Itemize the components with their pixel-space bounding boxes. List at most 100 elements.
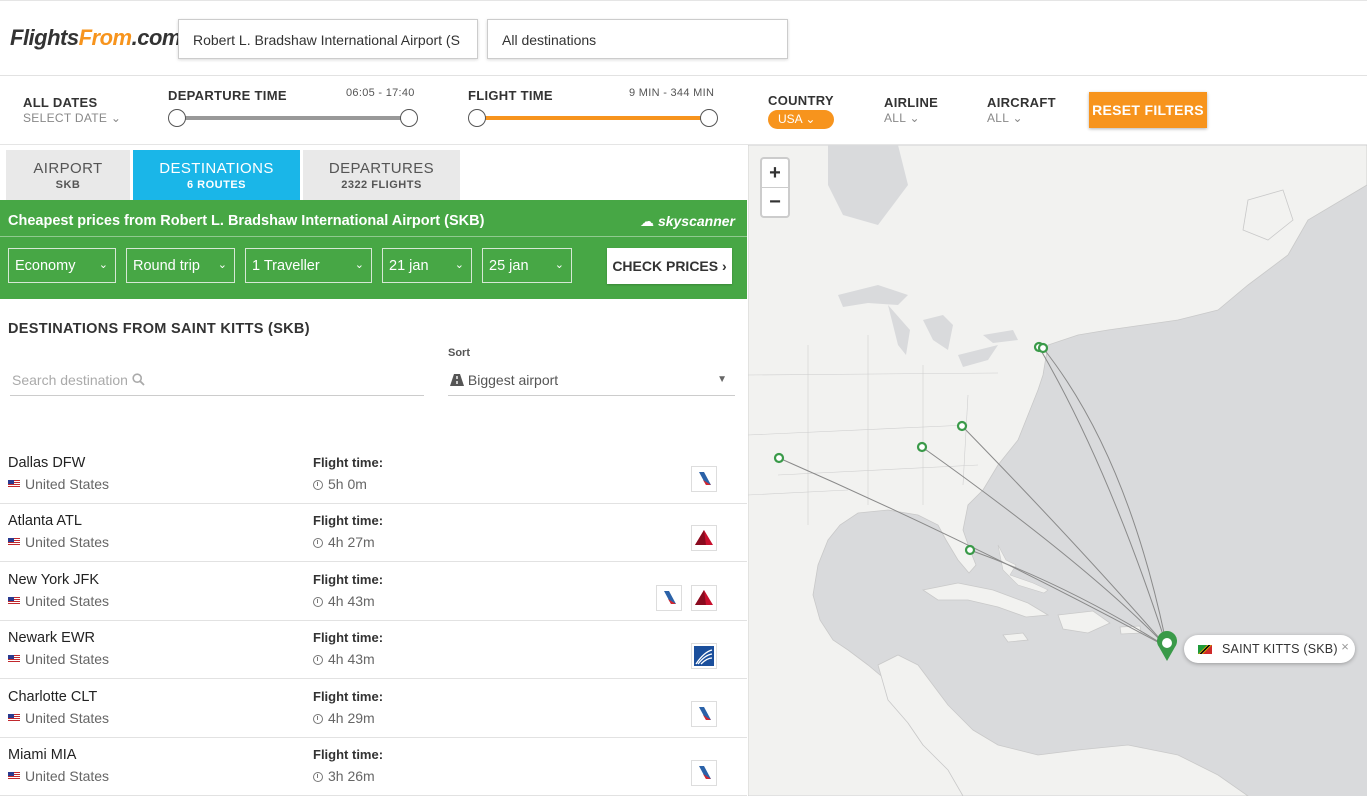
check-prices-label: CHECK PRICES	[612, 258, 719, 274]
clock-icon	[313, 597, 323, 607]
divider	[0, 236, 747, 237]
check-prices-button[interactable]: CHECK PRICES ›	[607, 248, 732, 284]
chevron-down-icon: ⌄	[354, 259, 364, 271]
aircraft-value: ALL	[987, 111, 1009, 125]
land-north-america	[748, 145, 1367, 796]
destinations-heading: DESTINATIONS FROM SAINT KITTS (SKB)	[8, 321, 310, 337]
departure-time-max-handle[interactable]	[400, 109, 418, 127]
logo-part-3: .com	[131, 25, 182, 50]
destination-country-label: United States	[25, 768, 110, 784]
united-icon[interactable]	[691, 643, 717, 669]
destination-country-label: United States	[25, 651, 110, 667]
tab-destinations[interactable]: DESTINATIONS 6 ROUTES	[133, 150, 300, 200]
flight-time-label: Flight time:	[313, 513, 384, 528]
depart-date-select[interactable]: 21 jan ⌄	[382, 248, 472, 283]
destination-country-label: United States	[25, 593, 110, 609]
destination-country: United States	[8, 534, 109, 550]
destination-city: Newark EWR	[8, 630, 96, 646]
american-airlines-icon[interactable]	[691, 466, 717, 492]
american-airlines-icon[interactable]	[691, 760, 717, 786]
all-dates-label[interactable]: ALL DATES	[23, 95, 97, 110]
list-item[interactable]: Atlanta ATL United States Flight time: 4…	[0, 504, 747, 562]
clock-icon	[313, 714, 323, 724]
tab-label: DESTINATIONS	[159, 160, 274, 177]
return-date-select[interactable]: 25 jan ⌄	[482, 248, 572, 283]
country-value: USA	[778, 112, 803, 126]
destination-country-label: United States	[25, 476, 110, 492]
cabin-class-value: Economy	[15, 258, 76, 274]
flight-time-value: 4h 29m	[313, 710, 375, 726]
flight-time-label: Flight time:	[313, 572, 384, 587]
close-icon[interactable]: ×	[1341, 639, 1349, 654]
flight-time-label: Flight time:	[313, 455, 384, 470]
destination-search-input[interactable]: All destinations	[487, 19, 788, 59]
tab-airport[interactable]: AIRPORT SKB	[6, 150, 130, 200]
flight-time-slider-track[interactable]	[477, 116, 709, 120]
price-search-panel: Cheapest prices from Robert L. Bradshaw …	[0, 200, 747, 299]
search-destination-placeholder: Search destination	[12, 372, 128, 388]
caret-down-icon: ▼	[717, 374, 727, 385]
flight-time-value: 5h 0m	[313, 476, 367, 492]
hispaniola	[1057, 610, 1111, 634]
tab-label: AIRPORT	[33, 160, 103, 177]
flight-time-text: 4h 29m	[328, 710, 375, 726]
list-item[interactable]: Miami MIA United States Flight time: 3h …	[0, 738, 747, 796]
origin-search-input[interactable]: Robert L. Bradshaw International Airport…	[178, 19, 478, 59]
american-airlines-icon[interactable]	[656, 585, 682, 611]
list-item[interactable]: Charlotte CLT United States Flight time:…	[0, 680, 747, 738]
zoom-out-button[interactable]: −	[762, 188, 788, 217]
logo-part-2: From	[78, 25, 133, 50]
chevron-down-icon: ⌄	[454, 259, 464, 271]
route-map[interactable]: + − SAINT KITTS (SKB) ×	[748, 145, 1367, 796]
country-dropdown[interactable]: USA ⌄	[768, 110, 834, 129]
us-flag-icon	[8, 480, 20, 488]
chevron-down-icon: ⌄	[110, 111, 122, 125]
us-flag-icon	[8, 772, 20, 780]
zoom-in-button[interactable]: +	[762, 159, 788, 188]
chevron-down-icon: ⌄	[554, 259, 564, 271]
select-date-dropdown[interactable]: SELECT DATE ⌄	[23, 111, 121, 125]
flight-time-label: FLIGHT TIME	[468, 88, 553, 103]
sort-select[interactable]: Biggest airport ▼	[448, 372, 735, 396]
departure-time-slider-track[interactable]	[177, 116, 409, 120]
flight-time-label: Flight time:	[313, 747, 384, 762]
logo[interactable]: FlightsFrom.com	[10, 25, 181, 51]
chevron-down-icon: ⌄	[98, 259, 108, 271]
departure-time-min-handle[interactable]	[168, 109, 186, 127]
tab-sublabel: 6 ROUTES	[186, 179, 246, 191]
delta-icon[interactable]	[691, 525, 717, 551]
map-popup: SAINT KITTS (SKB) ×	[1184, 635, 1355, 663]
delta-icon[interactable]	[691, 585, 717, 611]
search-destination-input[interactable]: Search destination	[10, 372, 424, 396]
airline-dropdown[interactable]: ALL ⌄	[884, 111, 920, 125]
trip-type-select[interactable]: Round trip ⌄	[126, 248, 235, 283]
tab-departures[interactable]: DEPARTURES 2322 FLIGHTS	[303, 150, 460, 200]
list-item[interactable]: New York JFK United States Flight time: …	[0, 563, 747, 621]
departure-time-label: DEPARTURE TIME	[168, 88, 287, 103]
travellers-value: 1 Traveller	[252, 258, 320, 274]
list-item[interactable]: Newark EWR United States Flight time: 4h…	[0, 621, 747, 679]
flight-time-text: 3h 26m	[328, 768, 375, 784]
flight-time-min-handle[interactable]	[468, 109, 486, 127]
price-panel-title: Cheapest prices from Robert L. Bradshaw …	[8, 213, 485, 229]
logo-part-1: Flights	[10, 25, 79, 50]
destination-country: United States	[8, 768, 109, 784]
destination-city: New York JFK	[8, 572, 100, 588]
destination-city: Miami MIA	[8, 747, 77, 763]
aircraft-dropdown[interactable]: ALL ⌄	[987, 111, 1023, 125]
cabin-class-select[interactable]: Economy ⌄	[8, 248, 116, 283]
flight-time-text: 4h 43m	[328, 651, 375, 667]
zoom-control: + −	[760, 157, 790, 218]
flight-time-value: 4h 27m	[313, 534, 375, 550]
destination-country: United States	[8, 476, 109, 492]
flight-time-max-handle[interactable]	[700, 109, 718, 127]
airline-value: ALL	[884, 111, 906, 125]
tab-label: DEPARTURES	[328, 160, 435, 177]
bahamas	[997, 544, 1049, 594]
travellers-select[interactable]: 1 Traveller ⌄	[245, 248, 372, 283]
reset-filters-button[interactable]: RESET FILTERS	[1089, 92, 1207, 128]
origin-pin	[1157, 631, 1177, 661]
american-airlines-icon[interactable]	[691, 701, 717, 727]
map-canvas	[748, 145, 1367, 796]
list-item[interactable]: Dallas DFW United States Flight time: 5h…	[0, 446, 747, 504]
